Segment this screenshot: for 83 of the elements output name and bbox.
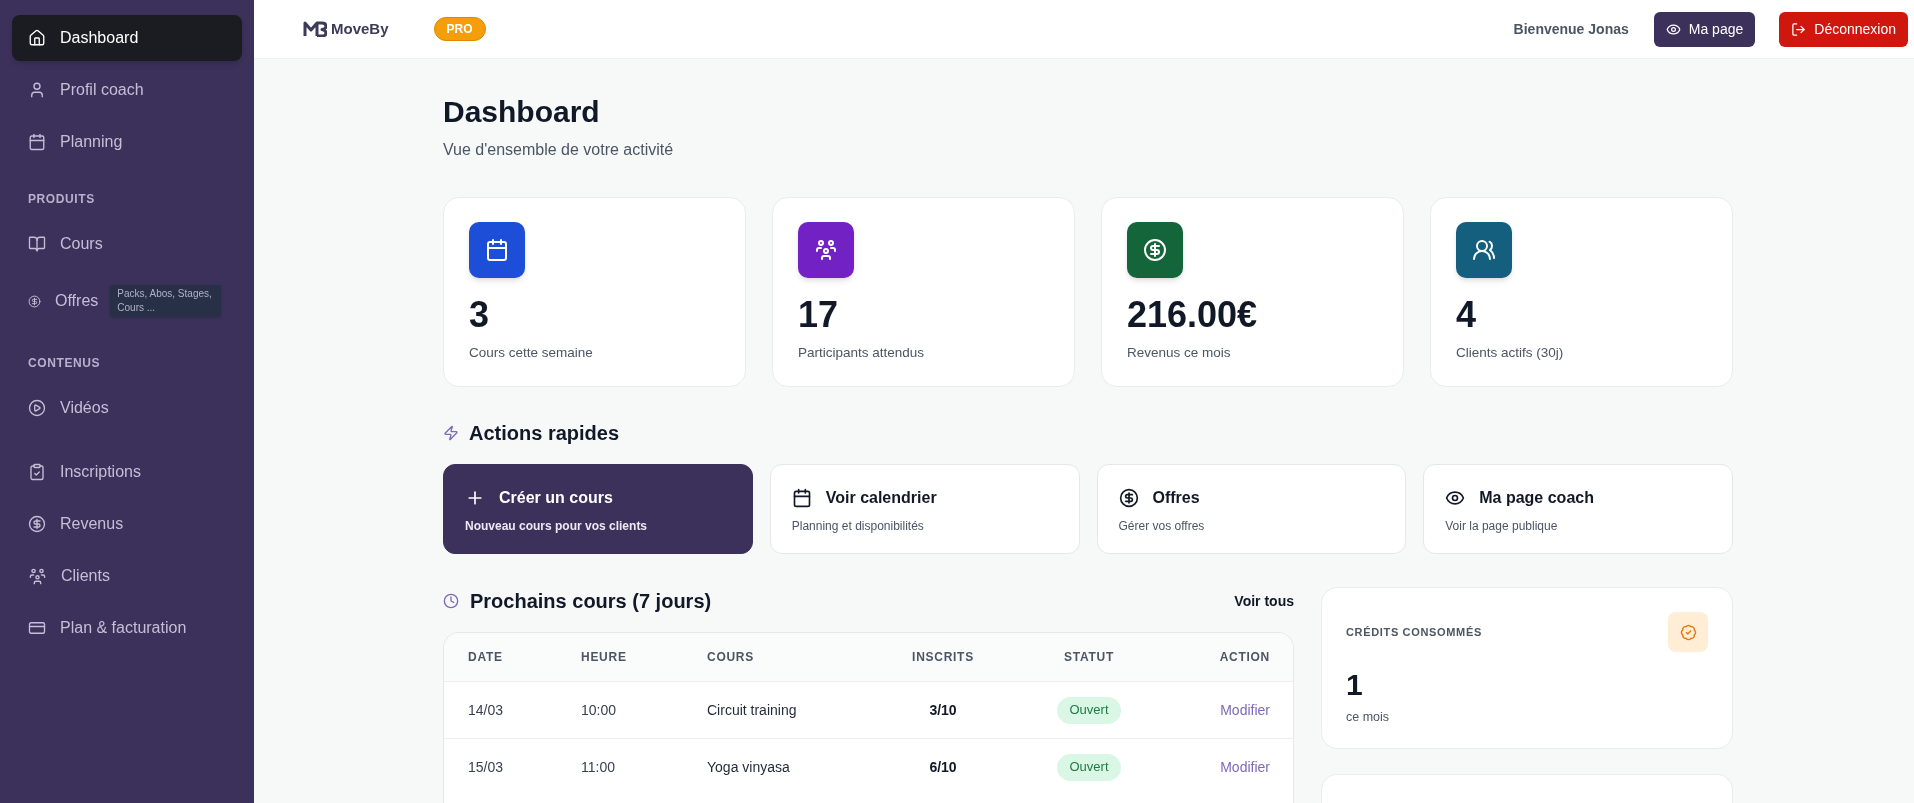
table-cell-text: Yoga vinyasa — [707, 757, 791, 777]
home-icon — [28, 29, 46, 47]
action-card[interactable]: Créer un cours Nouveau cours pour vos clients — [443, 464, 753, 554]
card-title: CRÉDITS CONSOMMÉS — [1346, 624, 1482, 640]
table-cell-text: 6/10 — [928, 757, 958, 777]
section-heading: CONTENUS — [27, 355, 102, 371]
table-cell-text: 15/03 — [468, 757, 505, 777]
see-all-link[interactable]: Voir tous — [1234, 590, 1294, 612]
section-title: Prochains cours (7 jours) — [470, 589, 712, 614]
hint-tooltip: Packs, Abos, Stages, Cours ... — [110, 285, 222, 317]
section-heading: PRODUITS — [27, 191, 96, 207]
action-title: Voir calendrier — [825, 488, 937, 508]
column-header: COURS — [707, 649, 755, 666]
page-title: Dashboard — [443, 94, 601, 130]
stat-value: 17 — [798, 295, 840, 335]
edit-link[interactable]: Modifier — [1220, 756, 1270, 778]
status-badge: Ouvert — [1057, 753, 1121, 781]
calendar-icon — [28, 133, 46, 151]
dollar-icon — [28, 294, 41, 308]
greeting-text: Bienvenue Jonas — [1513, 19, 1629, 39]
dollar-icon — [1118, 488, 1139, 508]
column-header: INSCRITS — [911, 649, 975, 666]
sidebar-item[interactable]: Cours — [12, 221, 242, 267]
table-cell-text: 11:00 — [581, 757, 616, 777]
stat-value: 3 — [469, 295, 491, 335]
table-cell-text: Circuit training — [707, 700, 798, 720]
logout-icon — [1791, 21, 1807, 37]
calendar-icon — [791, 488, 812, 508]
stat-label: Clients actifs (30j) — [1456, 344, 1565, 362]
sidebar-item[interactable]: Plan & facturation — [12, 605, 242, 651]
sidebar-item[interactable]: Planning — [12, 119, 242, 165]
action-description: Planning et disponibilités — [791, 518, 925, 535]
user-icon — [28, 81, 46, 99]
sidebar-item[interactable]: Offres Packs, Abos, Stages, Cours ... — [12, 273, 242, 329]
stat-label: Revenus ce mois — [1127, 344, 1232, 362]
sidebar-item[interactable]: Profil coach — [12, 67, 242, 113]
column-header: STATUT — [1063, 649, 1115, 666]
sidebar-item[interactable]: Revenus — [12, 501, 242, 547]
plan-badge: PRO — [433, 17, 486, 41]
sidebar-item[interactable]: Inscriptions — [12, 449, 242, 495]
edit-link[interactable]: Modifier — [1220, 699, 1270, 721]
brand-name: MoveBy — [331, 18, 389, 39]
card-caption: ce mois — [1346, 709, 1391, 726]
logout-button[interactable]: Déconnexion — [1779, 11, 1908, 47]
stat-value: 216.00€ — [1127, 295, 1259, 335]
table-cell-text: 10:00 — [581, 700, 618, 720]
sidebar-item[interactable]: Vidéos — [12, 385, 242, 431]
clipboard-check-icon — [28, 463, 46, 481]
sidebar-item[interactable]: Dashboard — [12, 15, 242, 61]
stat-value: 4 — [1456, 295, 1478, 335]
my-page-button[interactable]: Ma page — [1653, 11, 1756, 47]
card-value: 1 — [1346, 667, 1364, 703]
eye-icon — [1445, 488, 1466, 508]
status-badge: Ouvert — [1057, 696, 1121, 724]
action-title: Créer un cours — [499, 488, 613, 508]
dollar-icon — [28, 515, 46, 533]
action-description: Gérer vos offres — [1118, 518, 1206, 535]
table-cell-text: 14/03 — [468, 700, 505, 720]
action-description: Nouveau cours pour vos clients — [465, 518, 649, 535]
action-card[interactable]: Voir calendrier Planning et disponibilités — [769, 464, 1080, 554]
badge-check-icon — [1668, 612, 1708, 652]
credit-card-icon — [28, 619, 46, 637]
lightning-icon — [443, 425, 459, 441]
column-header: HEURE — [581, 649, 628, 666]
logo-icon — [303, 21, 327, 37]
action-description: Voir la page publique — [1445, 518, 1559, 535]
action-card[interactable]: Offres Gérer vos offres — [1096, 464, 1407, 554]
table-cell-text: 3/10 — [928, 700, 958, 720]
page-subtitle: Vue d'ensemble de votre activité — [443, 140, 675, 160]
action-title: Offres — [1152, 488, 1200, 508]
column-header: ACTION — [1218, 649, 1270, 666]
action-card[interactable]: Ma page coach Voir la page publique — [1423, 464, 1733, 554]
column-header: DATE — [468, 649, 504, 666]
action-title: Ma page coach — [1479, 488, 1594, 508]
stat-label: Cours cette semaine — [469, 344, 594, 362]
users-icon — [28, 566, 47, 586]
clock-icon — [443, 593, 459, 609]
sidebar-item[interactable]: Clients — [12, 553, 242, 599]
section-title: Actions rapides — [469, 421, 620, 446]
eye-icon — [1665, 21, 1681, 37]
stat-label: Participants attendus — [798, 344, 926, 362]
book-icon — [28, 235, 46, 253]
play-icon — [28, 399, 46, 417]
